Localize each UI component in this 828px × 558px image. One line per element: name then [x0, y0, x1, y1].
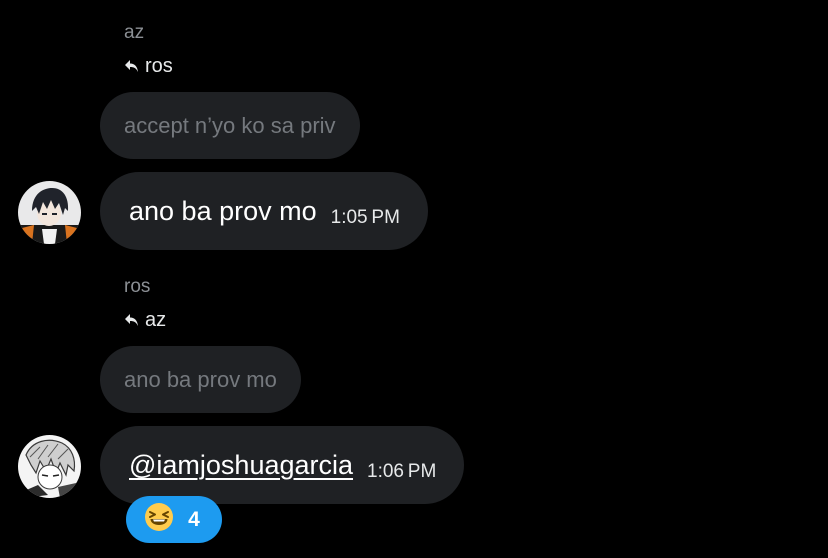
quoted-message-bubble[interactable]: accept n’yo ko sa priv — [100, 92, 360, 159]
message-bubble[interactable]: ano ba prov mo 1:05 PM — [100, 172, 428, 250]
reply-sender-name: az — [124, 22, 145, 43]
quoted-message-bubble[interactable]: ano ba prov mo — [100, 346, 301, 413]
message-timestamp: 1:05 PM — [330, 207, 400, 228]
reply-sender-name: ros — [124, 276, 151, 297]
quoted-message-text: accept n’yo ko sa priv — [124, 112, 336, 138]
mention-link[interactable]: @iamjoshuagarcia — [129, 450, 353, 481]
user-avatar[interactable] — [18, 181, 81, 244]
anime-manga-sketch-avatar-icon — [18, 435, 81, 498]
reply-target-name: ros — [145, 55, 173, 77]
reply-target-name: az — [145, 309, 167, 331]
message-text: ano ba prov mo — [129, 195, 317, 226]
reply-arrow-icon — [124, 59, 139, 73]
user-avatar[interactable] — [18, 435, 81, 498]
reaction-button[interactable]: 4 — [126, 496, 222, 543]
reply-arrow-icon — [124, 313, 139, 327]
quoted-message-text: ano ba prov mo — [124, 366, 277, 392]
laughing-face-emoji-icon — [144, 502, 174, 537]
message-bubble[interactable]: @iamjoshuagarcia 1:06 PM — [100, 426, 465, 504]
reaction-count: 4 — [188, 507, 200, 531]
reply-indicator: ros — [124, 56, 173, 76]
message-timestamp: 1:06 PM — [367, 461, 437, 482]
reply-indicator: az — [124, 310, 166, 330]
anime-boy-dark-hair-avatar-icon — [18, 181, 81, 244]
